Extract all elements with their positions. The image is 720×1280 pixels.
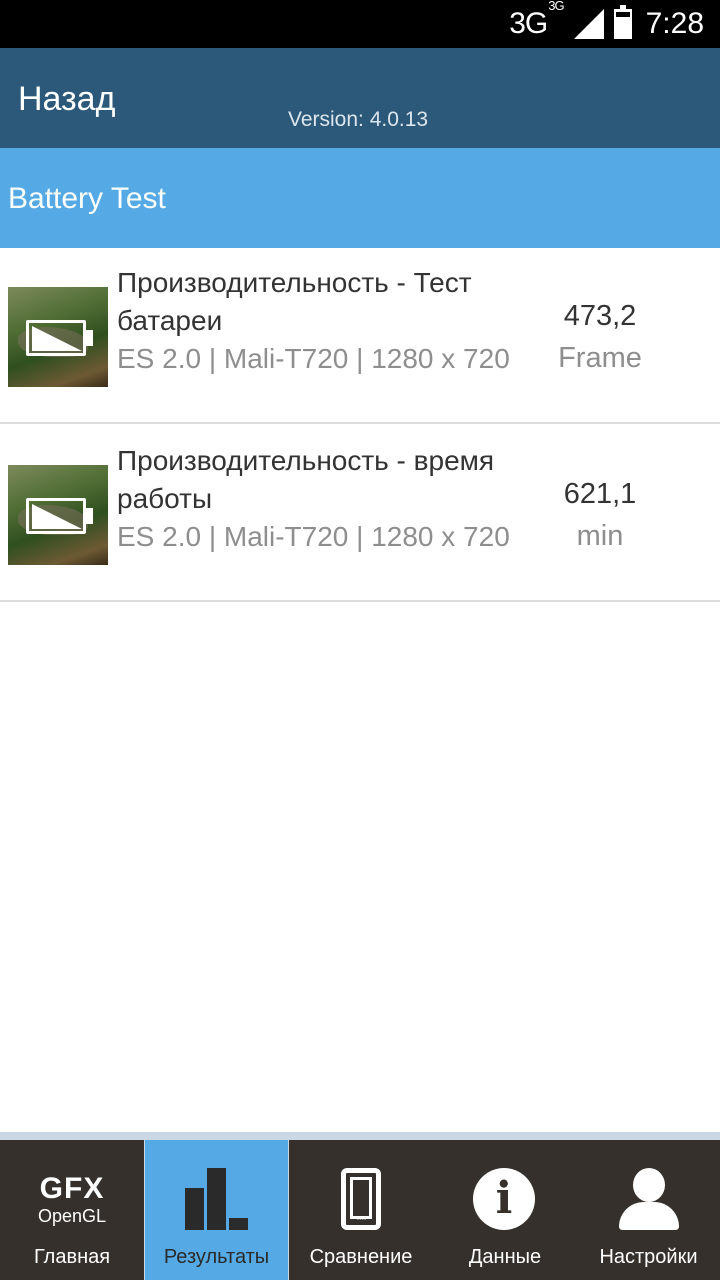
- result-row[interactable]: Производительность - время работы ES 2.0…: [0, 426, 720, 602]
- phone-icon: [341, 1168, 381, 1230]
- opengl-logo-label: OpenGL: [37, 1206, 107, 1226]
- bar-chart-icon: [183, 1166, 251, 1230]
- network-type-indicator: 3G3G: [509, 0, 564, 41]
- network-type-superscript: 3G: [548, 0, 564, 13]
- nav-item-settings[interactable]: Настройки: [577, 1140, 720, 1280]
- clock: 7:28: [645, 7, 704, 40]
- nav-item-label: Результаты: [163, 1246, 270, 1268]
- nav-item-label: Главная: [33, 1246, 111, 1268]
- nav-item-results[interactable]: Результаты: [145, 1140, 288, 1280]
- gfx-logo-icon: GFX: [39, 1172, 105, 1205]
- result-row[interactable]: Производительность - Тест батареи ES 2.0…: [0, 248, 720, 424]
- back-button[interactable]: Назад: [18, 80, 115, 119]
- battery-level-icon: [32, 504, 82, 529]
- status-indicators: 3G3G 7:28: [509, 0, 704, 48]
- section-header: Battery Test: [0, 148, 720, 248]
- result-subtitle: ES 2.0 | Mali-T720 | 1280 x 720: [117, 343, 510, 374]
- user-icon: [619, 1168, 679, 1230]
- result-value: 473,2: [563, 300, 637, 332]
- status-bar: 3G3G 7:28: [0, 0, 720, 48]
- result-unit: Frame: [558, 342, 642, 374]
- battery-tip-icon: [86, 330, 93, 346]
- battery-test-thumbnail: [8, 465, 108, 565]
- result-title: Производительность - время работы: [117, 445, 495, 514]
- result-title: Производительность - Тест батареи: [117, 267, 472, 336]
- section-title: Battery Test: [8, 182, 166, 215]
- result-unit: min: [576, 520, 624, 552]
- battery-test-thumbnail: [8, 287, 108, 387]
- info-icon: i: [473, 1168, 535, 1230]
- version-label: Version: 4.0.13: [288, 108, 429, 131]
- bottom-navigation: GFX OpenGL Главная Результаты Сравнение …: [0, 1132, 720, 1280]
- result-value: 621,1: [563, 478, 637, 510]
- battery-level-icon: [32, 326, 82, 351]
- app-header: Назад Version: 4.0.13: [0, 48, 720, 148]
- nav-item-home[interactable]: GFX OpenGL Главная: [0, 1140, 144, 1280]
- nav-item-label: Настройки: [599, 1246, 698, 1268]
- nav-item-compare[interactable]: Сравнение: [289, 1140, 433, 1280]
- network-type-label: 3G: [509, 7, 548, 40]
- signal-icon: [573, 9, 604, 39]
- battery-tip-icon: [86, 508, 93, 524]
- nav-item-label: Данные: [468, 1246, 542, 1268]
- nav-item-label: Сравнение: [309, 1246, 413, 1268]
- battery-icon: [613, 5, 632, 39]
- result-subtitle: ES 2.0 | Mali-T720 | 1280 x 720: [117, 521, 510, 552]
- nav-item-data[interactable]: i Данные: [433, 1140, 577, 1280]
